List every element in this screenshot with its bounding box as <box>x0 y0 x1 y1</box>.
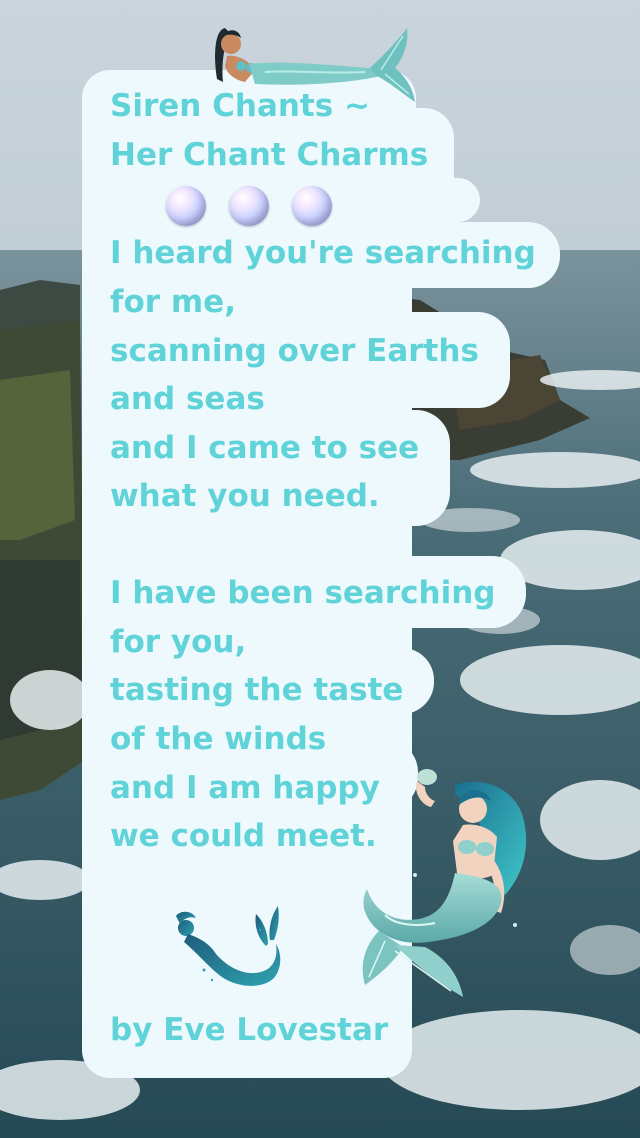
poem-line: for me, <box>110 284 236 320</box>
poem-line: we could meet. <box>110 818 377 854</box>
pearl-icon <box>292 186 332 226</box>
poem-line: I have been searching <box>110 575 496 611</box>
poem-line: scanning over Earths <box>110 333 479 369</box>
poem-line: and I am happy <box>110 770 380 806</box>
poem-line: of the winds <box>110 721 327 757</box>
poem-line: and I came to see <box>110 430 420 466</box>
pearl-icon <box>229 186 269 226</box>
mermaid-holding-pearl-icon <box>362 769 527 997</box>
poem-line: and seas <box>110 381 265 417</box>
poem-line: what you need. <box>110 478 380 514</box>
poem-line: for you, <box>110 624 247 660</box>
reclining-mermaid-icon <box>215 28 415 102</box>
poem-title-line-2: Her Chant Charms <box>110 137 429 173</box>
poem-author: by Eve Lovestar <box>110 1012 389 1048</box>
poem-line: tasting the taste <box>110 672 404 708</box>
pearl-icon <box>166 186 206 226</box>
poem-line: I heard you're searching <box>110 235 536 271</box>
mermaid-silhouette-icon <box>176 906 281 986</box>
